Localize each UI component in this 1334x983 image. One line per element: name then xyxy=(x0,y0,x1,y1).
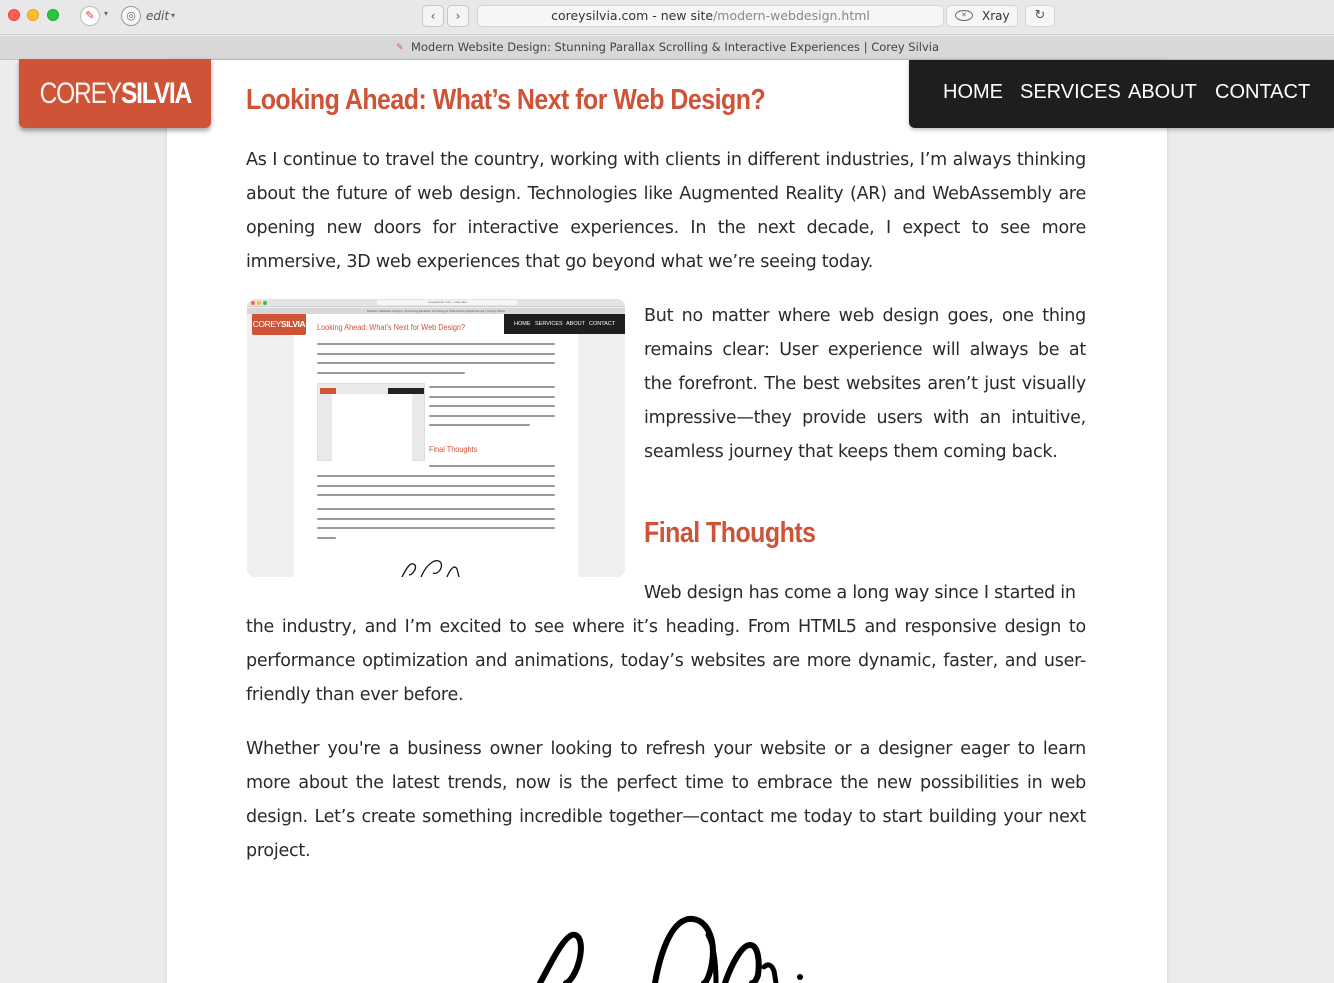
xray-label: Xray xyxy=(982,9,1010,23)
heading-final-thoughts: Final Thoughts xyxy=(644,517,816,549)
tab-title[interactable]: Modern Website Design: Stunning Parallax… xyxy=(411,40,939,54)
thumb-logo: COREYSILVIA xyxy=(252,314,306,335)
thumb-nav: HOME SERVICES ABOUT CONTACT xyxy=(504,314,625,334)
reload-icon[interactable]: ↻ xyxy=(1025,5,1055,27)
favicon-icon: ✎ xyxy=(396,42,404,53)
address-bar[interactable]: coreysilvia.com - new site/modern-webdes… xyxy=(477,5,944,27)
thumb-heading-1: Looking Ahead: What’s Next for Web Desig… xyxy=(317,322,466,332)
zoom-window-button[interactable] xyxy=(47,9,59,21)
edit-menu[interactable]: edit xyxy=(146,9,169,29)
thumb-inner-screenshot xyxy=(317,383,425,462)
paragraph-user-experience: But no matter where web design goes, one… xyxy=(644,306,1086,462)
thumb-text-block-3 xyxy=(429,465,555,475)
heading-looking-ahead: Looking Ahead: What’s Next for Web Desig… xyxy=(246,84,766,116)
signature-graphic xyxy=(520,905,820,983)
logo-first: COREY xyxy=(39,77,122,110)
tab-bar: ✎ Modern Website Design: Stunning Paralla… xyxy=(0,36,1334,60)
paragraph-call-to-action: Whether you're a business owner looking … xyxy=(246,739,1086,861)
close-window-button[interactable] xyxy=(8,9,20,21)
paragraph-future: As I continue to travel the country, wor… xyxy=(246,150,1086,272)
nav-home[interactable]: HOME xyxy=(943,80,1003,104)
thumb-toolbar: coreysilvia.com - new site xyxy=(247,299,625,307)
thumb-text-block-4 xyxy=(317,475,555,504)
forward-arrow-icon[interactable]: › xyxy=(447,5,469,27)
xray-eye-icon: ✕ xyxy=(955,10,973,21)
address-path: /modern-webdesign.html xyxy=(713,8,870,23)
address-domain: coreysilvia.com - new site xyxy=(551,8,714,23)
paragraph-come-a-long-way-start: Web design has come a long way since I s… xyxy=(644,583,1076,603)
thumb-heading-2: Final Thoughts xyxy=(429,444,478,454)
back-arrow-icon[interactable]: ‹ xyxy=(422,5,444,27)
thumb-text-block-1 xyxy=(317,343,555,381)
nav-contact[interactable]: CONTACT xyxy=(1215,80,1310,104)
logo-last: SILVIA xyxy=(120,77,192,110)
xray-button[interactable]: ✕ Xray xyxy=(946,5,1018,27)
chevron-down-icon[interactable]: ▾ xyxy=(104,9,108,29)
thumb-signature xyxy=(397,555,477,577)
minimize-window-button[interactable] xyxy=(27,9,39,21)
paragraph-come-a-long-way: the industry, and I’m excited to see whe… xyxy=(246,617,1086,705)
extension-icon[interactable]: ✎ xyxy=(80,6,100,26)
site-logo[interactable]: COREYSILVIA xyxy=(19,59,211,128)
thumb-text-block-2 xyxy=(429,386,555,434)
browser-toolbar: ✎ ▾ ◎ edit ▾ ‹ › coreysilvia.com - new s… xyxy=(0,0,1334,35)
main-nav: HOME SERVICES ABOUT CONTACT xyxy=(909,60,1334,128)
article-screenshot-image: coreysilvia.com - new site Modern Websit… xyxy=(247,299,625,577)
chevron-down-icon[interactable]: ▾ xyxy=(171,11,175,31)
target-icon[interactable]: ◎ xyxy=(121,6,141,26)
nav-services[interactable]: SERVICES xyxy=(1020,80,1121,104)
thumb-url: coreysilvia.com - new site xyxy=(377,300,517,305)
nav-about[interactable]: ABOUT xyxy=(1128,80,1197,104)
thumb-text-block-5 xyxy=(317,508,555,546)
